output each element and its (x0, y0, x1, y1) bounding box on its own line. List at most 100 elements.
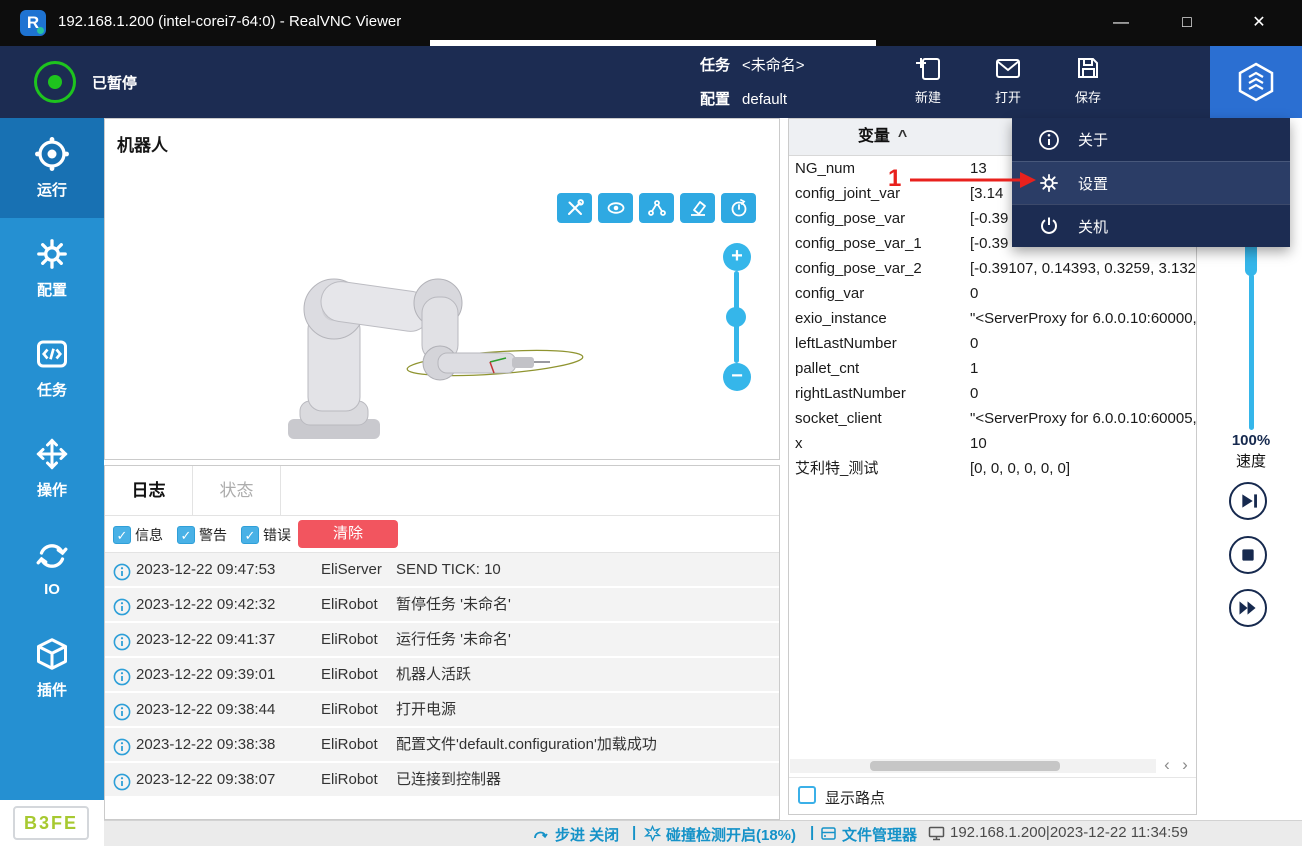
show-waypoints-row: 显示路点 (789, 777, 1196, 815)
sidebar-item-run[interactable]: 运行 (0, 118, 104, 218)
step-mode-status[interactable]: 步进 关闭 (555, 824, 619, 845)
variable-value: 1 (970, 360, 978, 377)
log-row: 2023-12-22 09:38:44EliRobot打开电源 (105, 693, 779, 726)
about-info-icon (1038, 129, 1060, 151)
zoom-out-button[interactable]: − (723, 363, 751, 391)
variable-row[interactable]: 艾利特_测试[0, 0, 0, 0, 0, 0] (789, 456, 1196, 481)
separator: | (810, 824, 814, 841)
variable-value: [-0.39 (970, 210, 1008, 227)
log-source: EliRobot (321, 728, 378, 761)
maximize-button[interactable]: □ (1170, 8, 1204, 38)
variable-name: config_pose_var_1 (789, 231, 970, 256)
variable-value: [-0.39 (970, 235, 1008, 252)
variable-name: config_var (789, 281, 970, 306)
tools-icon (565, 198, 585, 218)
variable-name: rightLastNumber (789, 381, 970, 406)
zoom-in-button[interactable]: + (723, 243, 751, 271)
code-task-icon (34, 336, 70, 372)
variable-row[interactable]: config_var0 (789, 281, 1196, 306)
file-manager-button[interactable]: 文件管理器 (842, 824, 917, 845)
collision-status[interactable]: 碰撞检测开启(18%) (666, 824, 796, 845)
log-source: EliRobot (321, 693, 378, 726)
sidebar-item-operate[interactable]: 操作 (0, 418, 104, 518)
system-context-menu: 关于 设置 关机 (1012, 118, 1290, 247)
settings-gear-icon (1038, 172, 1060, 194)
variable-row[interactable]: config_pose_var_2[-0.39107, 0.14393, 0.3… (789, 256, 1196, 281)
info-icon (113, 770, 131, 803)
log-time: 2023-12-22 09:38:38 (136, 728, 275, 761)
robot-arm-render (245, 231, 615, 456)
variable-row[interactable]: rightLastNumber0 (789, 381, 1196, 406)
view-timer-button[interactable] (721, 193, 756, 223)
log-message: 运行任务 '未命名' (396, 623, 511, 656)
variable-row[interactable]: pallet_cnt1 (789, 356, 1196, 381)
robot-3d-viewport[interactable] (245, 231, 615, 456)
filter-info-checkbox[interactable]: ✓信息 (113, 525, 163, 545)
variable-value: 0 (970, 285, 978, 302)
filter-error-checkbox[interactable]: ✓错误 (241, 525, 291, 545)
system-menu-button[interactable] (1210, 46, 1302, 118)
variable-row[interactable]: socket_client"<ServerProxy for 6.0.0.10:… (789, 406, 1196, 431)
jog-arrows-icon (34, 436, 70, 472)
menu-item-about[interactable]: 关于 (1012, 118, 1290, 161)
speed-slider-track (1249, 274, 1254, 430)
clear-log-button[interactable]: 清除 (298, 520, 398, 548)
fast-forward-button[interactable] (1229, 589, 1267, 627)
log-list: 2023-12-22 09:47:53EliServerSEND TICK: 1… (105, 553, 779, 798)
open-task-button[interactable]: 打开 (972, 54, 1044, 112)
sidebar-item-label: 任务 (37, 379, 67, 400)
filter-error-label: 错误 (263, 525, 291, 545)
collision-icon (644, 825, 661, 846)
log-message: 机器人活跃 (396, 658, 471, 691)
stop-button[interactable] (1229, 536, 1267, 574)
scrollbar-thumb[interactable] (870, 761, 1060, 771)
sidebar-item-label: 运行 (37, 179, 67, 200)
variable-row[interactable]: exio_instance"<ServerProxy for 6.0.0.10:… (789, 306, 1196, 331)
sidebar-item-task[interactable]: 任务 (0, 318, 104, 418)
statusbar: 步进 关闭 | 碰撞检测开启(18%) | 文件管理器 192.168.1.20… (104, 820, 1302, 846)
minimize-button[interactable]: — (1104, 8, 1138, 38)
robot-view-toolbar (557, 193, 756, 223)
sidebar-item-config[interactable]: 配置 (0, 218, 104, 318)
menu-item-label: 关机 (1078, 216, 1108, 237)
log-time: 2023-12-22 09:38:44 (136, 693, 275, 726)
variable-value: [3.14 (970, 185, 1003, 202)
file-manager-icon (820, 825, 837, 846)
tab-log[interactable]: 日志 (105, 466, 193, 515)
view-erase-button[interactable] (680, 193, 715, 223)
timer-icon (729, 198, 749, 218)
variable-value: 0 (970, 335, 978, 352)
view-visibility-button[interactable] (598, 193, 633, 223)
view-tools-button[interactable] (557, 193, 592, 223)
sidebar-item-io[interactable]: IO (0, 518, 104, 618)
filter-info-label: 信息 (135, 525, 163, 545)
variable-row[interactable]: x10 (789, 431, 1196, 456)
log-row: 2023-12-22 09:38:07EliRobot已连接到控制器 (105, 763, 779, 796)
variable-value: 10 (970, 435, 987, 452)
variable-row[interactable]: leftLastNumber0 (789, 331, 1196, 356)
log-time: 2023-12-22 09:47:53 (136, 553, 275, 586)
speed-value: 100% (1226, 432, 1276, 449)
log-source: EliRobot (321, 623, 378, 656)
log-panel: 日志 状态 ✓信息 ✓警告 ✓错误 清除 2023-12-22 09:47:53… (104, 465, 780, 820)
save-task-button[interactable]: 保存 (1052, 54, 1124, 112)
app-root: R 192.168.1.200 (intel-corei7-64:0) - Re… (0, 0, 1302, 856)
scroll-left-button[interactable]: ‹ (1159, 755, 1175, 775)
variable-value: [0, 0, 0, 0, 0, 0] (970, 460, 1070, 477)
horizontal-scrollbar (790, 759, 1156, 773)
show-waypoints-checkbox[interactable] (798, 786, 816, 804)
tab-status[interactable]: 状态 (193, 466, 281, 515)
scroll-right-button[interactable]: › (1177, 755, 1193, 775)
new-task-button[interactable]: 新建 (892, 54, 964, 112)
separator: | (632, 824, 636, 841)
zoom-slider-handle[interactable] (726, 307, 746, 327)
robot-panel-title: 机器人 (117, 131, 168, 156)
realvnc-logo-icon: R (20, 10, 46, 36)
close-button[interactable]: ✕ (1242, 8, 1276, 38)
view-path-button[interactable] (639, 193, 674, 223)
sidebar-item-plugin[interactable]: 插件 (0, 618, 104, 718)
menu-item-shutdown[interactable]: 关机 (1012, 204, 1290, 247)
step-run-button[interactable] (1229, 482, 1267, 520)
menu-item-settings[interactable]: 设置 (1012, 161, 1290, 204)
filter-warning-checkbox[interactable]: ✓警告 (177, 525, 227, 545)
